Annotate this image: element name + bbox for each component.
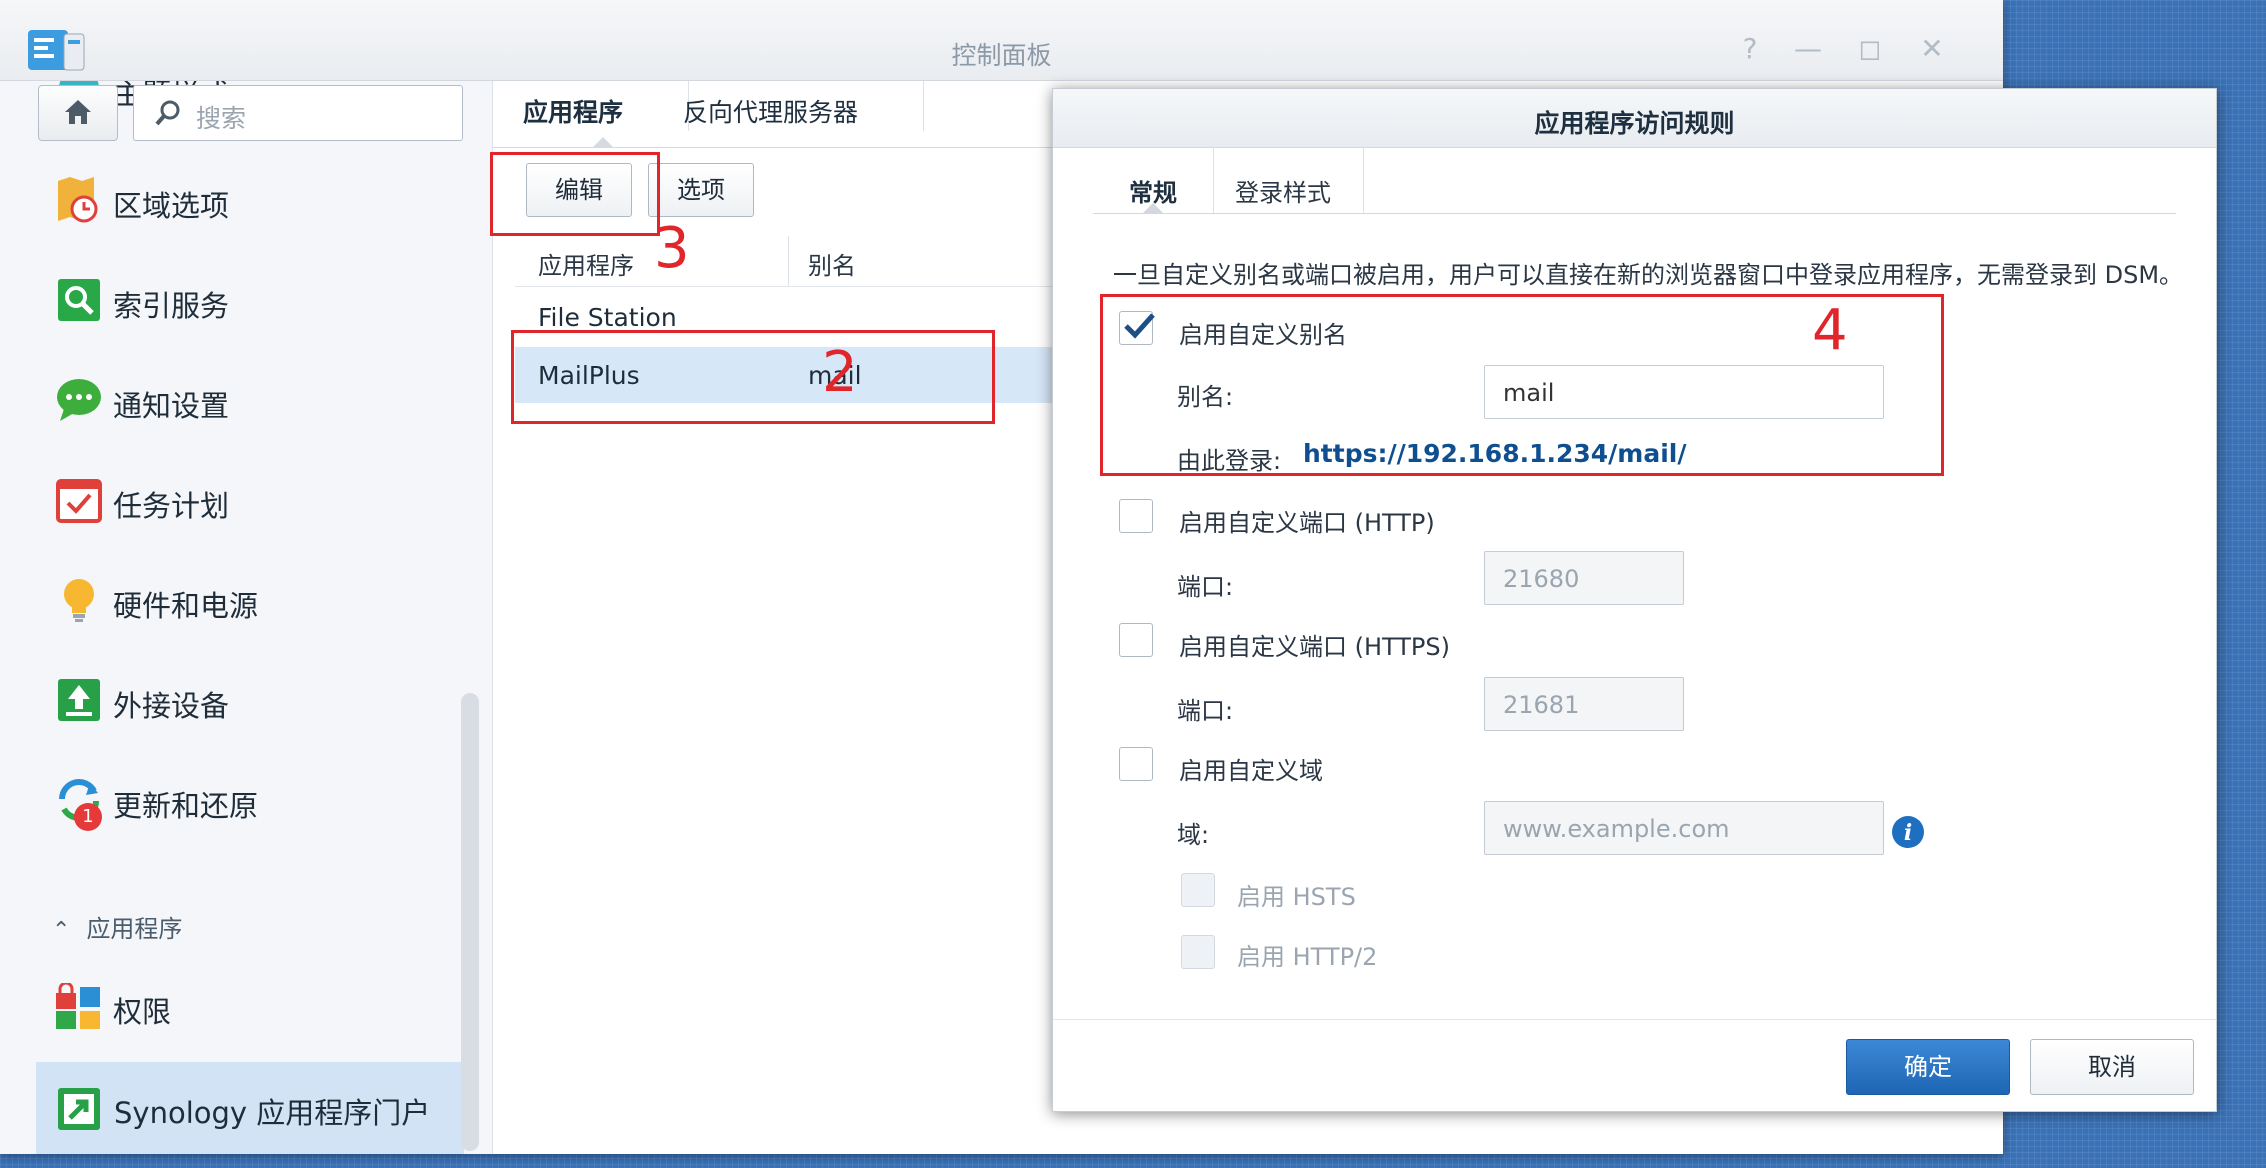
minimize-icon[interactable]: — bbox=[1790, 34, 1826, 64]
annotation-number-3: 3 bbox=[654, 216, 690, 281]
enable-http-port-checkbox[interactable] bbox=[1119, 499, 1153, 533]
chevron-up-icon: ⌃ bbox=[52, 918, 71, 943]
tab-reverse-proxy[interactable]: 反向代理服务器 bbox=[683, 93, 858, 129]
column-header-alias[interactable]: 别名 bbox=[808, 246, 856, 281]
tab-divider bbox=[1213, 147, 1214, 213]
calendar-check-icon bbox=[56, 479, 102, 523]
tab-login-style[interactable]: 登录样式 bbox=[1235, 173, 1331, 208]
tab-divider bbox=[1363, 147, 1364, 213]
sidebar-scrollbar[interactable] bbox=[461, 693, 479, 1151]
enable-http2-checkbox[interactable] bbox=[1181, 935, 1215, 969]
options-button[interactable]: 选项 bbox=[648, 163, 754, 217]
domain-placeholder: www.example.com bbox=[1503, 815, 1730, 843]
clock-map-icon bbox=[58, 177, 98, 223]
enable-domain-label: 启用自定义域 bbox=[1179, 757, 1323, 785]
window-title: 控制面板 bbox=[951, 41, 1052, 70]
sidebar-item-label: 权限 bbox=[113, 995, 172, 1029]
annotation-number-2: 2 bbox=[822, 340, 858, 405]
search-input[interactable]: 搜索 bbox=[133, 85, 463, 141]
enable-hsts-checkbox[interactable] bbox=[1181, 873, 1215, 907]
upload-arrow-icon bbox=[58, 679, 100, 721]
column-header-application[interactable]: 应用程序 bbox=[538, 246, 634, 281]
sidebar-item-task-scheduler[interactable]: 任务计划 bbox=[0, 455, 470, 545]
row-app-name: File Station bbox=[538, 303, 677, 332]
https-port-value: 21681 bbox=[1503, 691, 1580, 719]
sidebar-section-applications[interactable]: ⌃ 应用程序 bbox=[52, 909, 182, 944]
http-port-value: 21680 bbox=[1503, 565, 1580, 593]
update-count-badge: 1 bbox=[74, 803, 102, 831]
lock-grid-icon bbox=[56, 983, 100, 1029]
active-tab-pointer bbox=[593, 137, 613, 147]
title-bar: 控制面板 ? — ◻ ✕ bbox=[0, 0, 2003, 81]
svg-text:i: i bbox=[1904, 820, 1912, 846]
active-tab-pointer bbox=[1143, 203, 1163, 213]
home-button[interactable] bbox=[38, 85, 118, 141]
info-icon[interactable]: i bbox=[1891, 815, 1925, 849]
https-port-label: 端口: bbox=[1177, 697, 1234, 725]
enable-hsts-label: 启用 HSTS bbox=[1237, 883, 1356, 911]
section-label: 应用程序 bbox=[86, 915, 183, 943]
annotation-box-edit bbox=[490, 152, 660, 236]
maximize-icon[interactable]: ◻ bbox=[1852, 34, 1888, 64]
http-port-input[interactable]: 21680 bbox=[1484, 551, 1684, 605]
sidebar-item-label: Synology 应用程序门户 bbox=[114, 1096, 431, 1130]
sidebar-item-label: 任务计划 bbox=[113, 489, 230, 523]
lightbulb-icon bbox=[64, 579, 94, 622]
enable-http-port-label: 启用自定义端口 (HTTP) bbox=[1179, 509, 1435, 537]
domain-label: 域: bbox=[1177, 821, 1210, 849]
home-icon bbox=[65, 100, 91, 124]
http-port-label: 端口: bbox=[1177, 573, 1234, 601]
sidebar-item-regional[interactable]: 区域选项 bbox=[0, 155, 470, 245]
sidebar-item-label: 索引服务 bbox=[113, 289, 230, 323]
sidebar-item-label: 外接设备 bbox=[113, 689, 230, 723]
enable-https-port-checkbox[interactable] bbox=[1119, 623, 1153, 657]
sidebar-item-notification[interactable]: 通知设置 bbox=[0, 355, 470, 445]
annotation-box-mailplus bbox=[511, 330, 995, 424]
dialog-title: 应用程序访问规则 bbox=[1534, 109, 1735, 138]
sidebar-item-label: 硬件和电源 bbox=[113, 589, 259, 623]
cancel-button[interactable]: 取消 bbox=[2030, 1039, 2194, 1095]
index-search-icon bbox=[58, 279, 100, 321]
column-divider bbox=[788, 236, 789, 286]
dialog-title-bar: 应用程序访问规则 bbox=[1053, 89, 2216, 148]
dialog-tab-bar: 常规 登录样式 bbox=[1093, 147, 2176, 214]
domain-input[interactable]: www.example.com bbox=[1484, 801, 1884, 855]
app-access-rule-dialog: 应用程序访问规则 常规 登录样式 一旦自定义别名或端口被启用，用户可以直接在新的… bbox=[1052, 88, 2217, 1112]
close-icon[interactable]: ✕ bbox=[1914, 34, 1950, 64]
sidebar-item-label: 通知设置 bbox=[113, 389, 230, 423]
enable-http2-label: 启用 HTTP/2 bbox=[1237, 943, 1378, 971]
tab-divider bbox=[923, 81, 924, 131]
chat-bubble-icon bbox=[57, 379, 101, 421]
sidebar: 主题样式 区域选项 索引服务 通知设置 bbox=[0, 81, 493, 1154]
portal-arrow-icon bbox=[58, 1088, 100, 1130]
sidebar-item-index[interactable]: 索引服务 bbox=[0, 255, 470, 345]
help-icon[interactable]: ? bbox=[1732, 34, 1768, 64]
sidebar-item-privileges[interactable]: 权限 bbox=[0, 961, 470, 1051]
tab-applications[interactable]: 应用程序 bbox=[523, 93, 623, 129]
search-icon bbox=[155, 100, 180, 126]
sidebar-item-external-devices[interactable]: 外接设备 bbox=[0, 655, 470, 745]
search-placeholder: 搜索 bbox=[196, 104, 247, 133]
sidebar-item-update-restore[interactable]: 1 更新和还原 bbox=[0, 755, 470, 845]
sidebar-item-label: 更新和还原 bbox=[113, 789, 259, 823]
sidebar-item-label: 区域选项 bbox=[113, 189, 230, 223]
enable-domain-checkbox[interactable] bbox=[1119, 747, 1153, 781]
dialog-description: 一旦自定义别名或端口被启用，用户可以直接在新的浏览器窗口中登录应用程序，无需登录… bbox=[1113, 261, 2184, 289]
sidebar-item-app-portal[interactable]: Synology 应用程序门户 bbox=[36, 1062, 464, 1154]
dialog-footer-divider bbox=[1053, 1019, 2216, 1020]
enable-https-port-label: 启用自定义端口 (HTTPS) bbox=[1179, 633, 1451, 661]
annotation-number-4: 4 bbox=[1812, 298, 1848, 363]
ok-button[interactable]: 确定 bbox=[1846, 1039, 2010, 1095]
sidebar-item-hardware[interactable]: 硬件和电源 bbox=[0, 555, 470, 645]
https-port-input[interactable]: 21681 bbox=[1484, 677, 1684, 731]
